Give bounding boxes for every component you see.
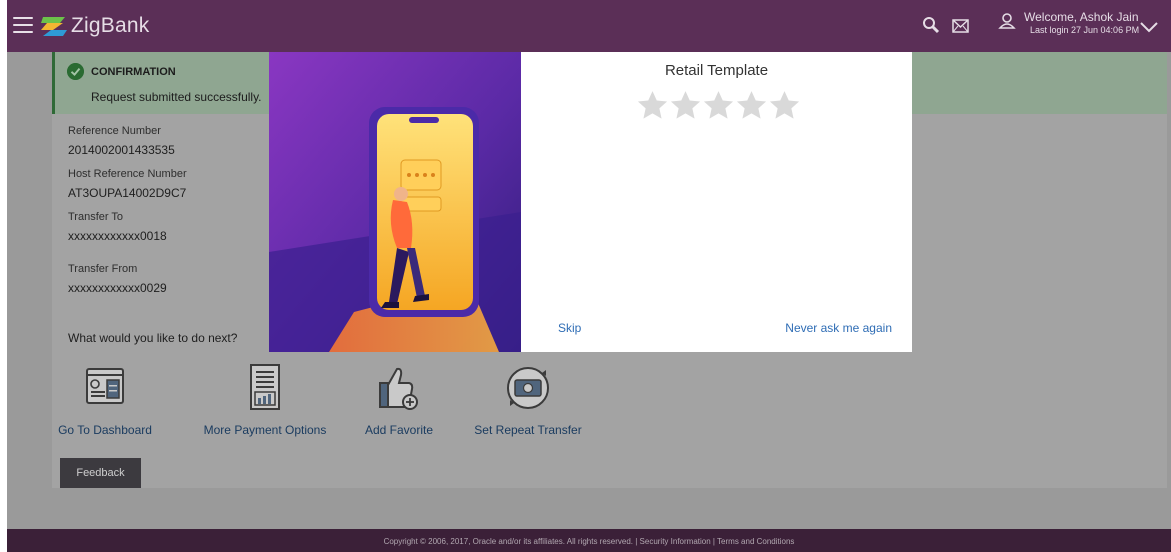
- modal-illustration: [269, 52, 521, 352]
- last-login-text: Last login 27 Jun 04:06 PM: [1030, 25, 1140, 35]
- dashboard-icon: [86, 368, 124, 404]
- go-to-dashboard-label: Go To Dashboard: [58, 423, 152, 437]
- mail-icon[interactable]: [952, 19, 969, 33]
- chevron-down-icon[interactable]: [1140, 22, 1158, 33]
- never-ask-again-link[interactable]: Never ask me again: [785, 321, 892, 335]
- transfer-from-label: Transfer From: [68, 263, 138, 275]
- welcome-text: Welcome, Ashok Jain: [1024, 10, 1139, 24]
- next-steps-prompt: What would you like to do next?: [68, 331, 238, 345]
- rating-modal: Retail Template Skip Never ask me again: [269, 52, 912, 352]
- footer: Copyright © 2006, 2017, Oracle and/or it…: [7, 529, 1171, 552]
- star-icon[interactable]: [735, 89, 768, 122]
- reference-number-label: Reference Number: [68, 125, 161, 137]
- star-icon[interactable]: [636, 89, 669, 122]
- check-circle-icon: [67, 63, 84, 80]
- app-window: ZigBank Welcome, Ashok Jain Last login 2…: [7, 0, 1171, 552]
- star-icon[interactable]: [669, 89, 702, 122]
- set-repeat-transfer-label: Set Repeat Transfer: [474, 423, 582, 437]
- host-reference-label: Host Reference Number: [68, 168, 187, 180]
- logo-icon: [41, 17, 67, 36]
- skip-link[interactable]: Skip: [558, 321, 581, 335]
- search-icon[interactable]: [922, 16, 940, 34]
- modal-title: Retail Template: [664, 62, 769, 79]
- star-rating[interactable]: [636, 89, 801, 122]
- user-menu[interactable]: Welcome, Ashok Jain Last login 27 Jun 04…: [1024, 11, 1139, 37]
- feedback-button[interactable]: Feedback: [60, 458, 141, 488]
- app-name: ZigBank: [71, 14, 150, 37]
- transfer-from-value: xxxxxxxxxxxx0029: [68, 281, 167, 295]
- more-payment-options-label: More Payment Options: [203, 423, 327, 437]
- user-icon[interactable]: [998, 12, 1016, 30]
- add-favorite-label: Add Favorite: [364, 423, 434, 437]
- thumbs-up-icon: [379, 367, 418, 410]
- reference-number-value: 2014002001433535: [68, 143, 175, 157]
- person-with-phone-illustration: [269, 52, 521, 352]
- footer-text: Copyright © 2006, 2017, Oracle and/or it…: [383, 537, 795, 546]
- transfer-to-label: Transfer To: [68, 211, 124, 223]
- document-chart-icon: [250, 364, 280, 410]
- star-icon[interactable]: [702, 89, 735, 122]
- top-header: ZigBank Welcome, Ashok Jain Last login 2…: [7, 0, 1171, 52]
- repeat-transfer-icon: [507, 367, 549, 409]
- confirmation-message: Request submitted successfully.: [91, 90, 262, 104]
- brand-logo[interactable]: ZigBank: [41, 13, 149, 39]
- host-reference-value: AT3OUPA14002D9C7: [68, 186, 187, 200]
- confirmation-title: CONFIRMATION: [91, 66, 176, 78]
- star-icon[interactable]: [768, 89, 801, 122]
- transfer-to-value: xxxxxxxxxxxx0018: [68, 229, 167, 243]
- menu-icon[interactable]: [13, 17, 33, 33]
